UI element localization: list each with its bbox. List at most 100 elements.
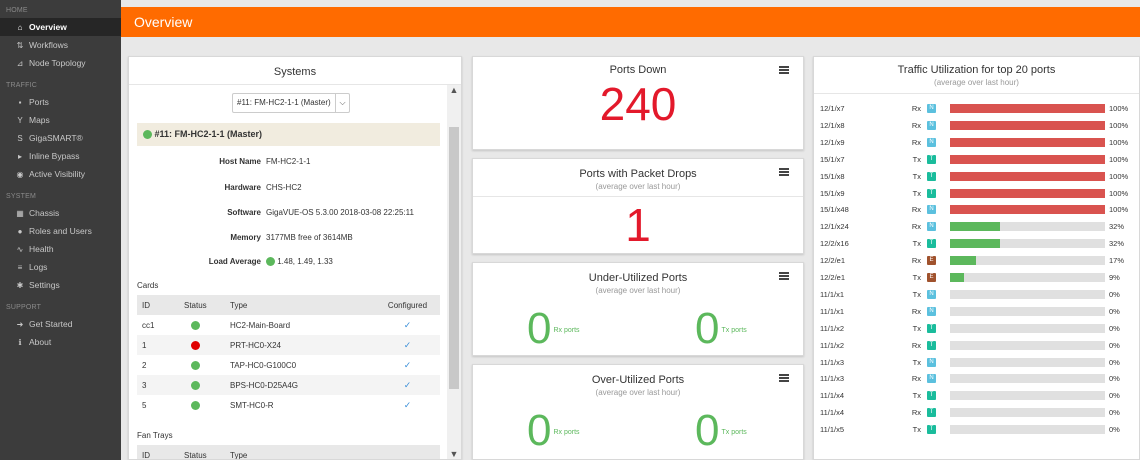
- traffic-row[interactable]: 11/1/x4 Rx T 0%: [820, 406, 1140, 419]
- sidebar-item-active-visibility[interactable]: ◉ Active Visibility: [0, 165, 121, 183]
- status-error-icon: [191, 340, 200, 350]
- utilization-bar: [950, 273, 1105, 282]
- health-icon: ∿: [16, 244, 24, 254]
- over-utilized-title: Over-Utilized Ports: [591, 374, 685, 386]
- menu-icon[interactable]: [779, 66, 789, 74]
- sidebar-item-roles-and-users[interactable]: ● Roles and Users: [0, 222, 121, 240]
- sidebar-section-system: SYSTEM: [6, 193, 36, 200]
- utilization-percent: 0%: [1109, 289, 1120, 299]
- port-type-badge: E: [927, 273, 936, 282]
- traffic-row[interactable]: 15/1/x7 Tx T 100%: [820, 153, 1140, 166]
- traffic-row[interactable]: 15/1/x48 Rx N 100%: [820, 203, 1140, 216]
- sidebar-item-label: Logs: [29, 262, 48, 272]
- traffic-row[interactable]: 11/1/x3 Rx N 0%: [820, 372, 1140, 385]
- system-select[interactable]: #11: FM-HC2-1-1 (Master) ⌵: [232, 93, 350, 113]
- traffic-port: 15/1/x9: [820, 188, 845, 198]
- traffic-subtitle: (average over last hour): [934, 78, 1019, 87]
- traffic-row[interactable]: 12/2/e1 Rx E 17%: [820, 254, 1140, 267]
- traffic-row[interactable]: 11/1/x2 Rx T 0%: [820, 339, 1140, 352]
- card-status: [179, 355, 225, 375]
- under-tx-ports[interactable]: 0 Tx ports: [695, 307, 795, 353]
- sidebar-item-settings[interactable]: ✱ Settings: [0, 276, 121, 294]
- traffic-row[interactable]: 11/1/x4 Tx T 0%: [820, 389, 1140, 402]
- check-icon: ✓: [403, 319, 412, 330]
- scroll-up-icon[interactable]: ▲: [447, 85, 461, 95]
- traffic-port: 11/1/x3: [820, 357, 845, 367]
- utilization-bar: [950, 374, 1105, 384]
- traffic-direction: Tx: [912, 289, 921, 299]
- over-tx-ports[interactable]: 0 Tx ports: [695, 409, 795, 455]
- sidebar-item-workflows[interactable]: ⇅ Workflows: [0, 36, 121, 54]
- traffic-row[interactable]: 12/1/x24 Rx N 32%: [820, 220, 1140, 233]
- under-utilized-panel: Under-Utilized Ports (average over last …: [472, 262, 804, 356]
- gear-icon: ✱: [16, 280, 24, 290]
- traffic-row[interactable]: 12/2/e1 Tx E 9%: [820, 271, 1140, 284]
- sidebar-item-gigasmart[interactable]: S GigaSMART®: [0, 129, 121, 147]
- scroll-down-icon[interactable]: ▼: [447, 449, 461, 459]
- table-row[interactable]: 5 SMT-HC0-R ✓: [137, 395, 440, 415]
- fan-col-id: ID: [137, 445, 179, 459]
- sidebar-item-ports[interactable]: ▪ Ports: [0, 93, 121, 111]
- card-type: SMT-HC0-R: [230, 400, 274, 410]
- ports-down-panel: Ports Down 240: [472, 56, 804, 150]
- ports-down-value[interactable]: 240: [473, 78, 803, 130]
- utilization-bar-fill: [950, 120, 1105, 130]
- cards-label: Cards: [137, 281, 159, 290]
- sidebar-item-inline-bypass[interactable]: ▸ Inline Bypass: [0, 147, 121, 165]
- topology-icon: ⊿: [16, 58, 24, 68]
- traffic-row[interactable]: 11/1/x5 Tx T 0%: [820, 423, 1140, 436]
- sidebar-item-chassis[interactable]: ▦ Chassis: [0, 204, 121, 222]
- sidebar-item-label: Roles and Users: [29, 226, 92, 236]
- traffic-row[interactable]: 12/2/x16 Tx T 32%: [820, 237, 1140, 250]
- traffic-row[interactable]: 11/1/x1 Tx N 0%: [820, 288, 1140, 301]
- utilization-bar: [950, 154, 1105, 164]
- menu-icon[interactable]: [779, 272, 789, 280]
- systems-scrollbar[interactable]: ▲ ▼: [447, 85, 461, 459]
- menu-icon[interactable]: [779, 374, 789, 382]
- utilization-percent: 100%: [1109, 205, 1129, 215]
- traffic-row[interactable]: 11/1/x2 Tx T 0%: [820, 322, 1140, 335]
- traffic-utilization-panel: Traffic Utilization for top 20 ports (av…: [813, 56, 1140, 460]
- logs-icon: ≡: [17, 262, 23, 272]
- packet-drops-title: Ports with Packet Drops: [579, 168, 697, 180]
- under-rx-ports[interactable]: 0 Rx ports: [527, 307, 627, 353]
- traffic-direction: Rx: [911, 104, 921, 113]
- table-row[interactable]: 2 TAP-HC0-G100C0 ✓: [137, 355, 440, 375]
- traffic-row[interactable]: 12/1/x7 Rx N 100%: [820, 102, 1140, 115]
- utilization-percent: 100%: [1109, 104, 1129, 113]
- sidebar-item-node-topology[interactable]: ⊿ Node Topology: [0, 54, 121, 72]
- sidebar-item-label: Maps: [29, 115, 50, 125]
- systems-panel: Systems #11: FM-HC2-1-1 (Master) ⌵ #11: …: [128, 56, 462, 460]
- traffic-row[interactable]: 11/1/x3 Tx N 0%: [820, 356, 1140, 369]
- table-row[interactable]: 1 PRT-HC0-X24 ✓: [137, 335, 440, 355]
- card-type: TAP-HC0-G100C0: [230, 360, 297, 370]
- chevron-down-icon[interactable]: ⌵: [335, 94, 349, 112]
- sidebar-item-overview[interactable]: ⌂ Overview: [0, 18, 121, 36]
- traffic-row[interactable]: 11/1/x1 Rx N 0%: [820, 305, 1140, 318]
- sidebar-item-health[interactable]: ∿ Health: [0, 240, 121, 258]
- table-row[interactable]: cc1 HC2-Main-Board ✓: [137, 315, 440, 335]
- sidebar-item-logs[interactable]: ≡ Logs: [0, 258, 121, 276]
- col-configured: Configured: [370, 295, 440, 315]
- utilization-bar: [950, 391, 1105, 401]
- scroll-thumb[interactable]: [449, 127, 459, 389]
- traffic-port: 15/1/x7: [820, 154, 845, 164]
- traffic-row[interactable]: 12/1/x9 Rx N 100%: [820, 136, 1140, 149]
- utilization-percent: 32%: [1109, 222, 1125, 232]
- table-row[interactable]: 3 BPS-HC0-D25A4G ✓: [137, 375, 440, 395]
- sidebar-item-maps[interactable]: Y Maps: [0, 111, 121, 129]
- port-type-badge: T: [927, 171, 936, 181]
- utilization-bar: [950, 188, 1105, 198]
- packet-drops-value[interactable]: 1: [473, 199, 803, 251]
- utilization-percent: 0%: [1109, 425, 1120, 435]
- utilization-bar: [950, 137, 1105, 147]
- sidebar-item-get-started[interactable]: ➜ Get Started: [0, 315, 121, 333]
- port-type-badge: T: [927, 154, 936, 164]
- menu-icon[interactable]: [779, 168, 789, 176]
- over-rx-ports[interactable]: 0 Rx ports: [527, 409, 627, 455]
- traffic-row[interactable]: 15/1/x9 Tx T 100%: [820, 187, 1140, 200]
- sidebar-item-about[interactable]: ℹ About: [0, 333, 121, 351]
- traffic-row[interactable]: 15/1/x8 Tx T 100%: [820, 170, 1140, 183]
- utilization-percent: 100%: [1109, 137, 1129, 147]
- traffic-row[interactable]: 12/1/x8 Rx N 100%: [820, 119, 1140, 132]
